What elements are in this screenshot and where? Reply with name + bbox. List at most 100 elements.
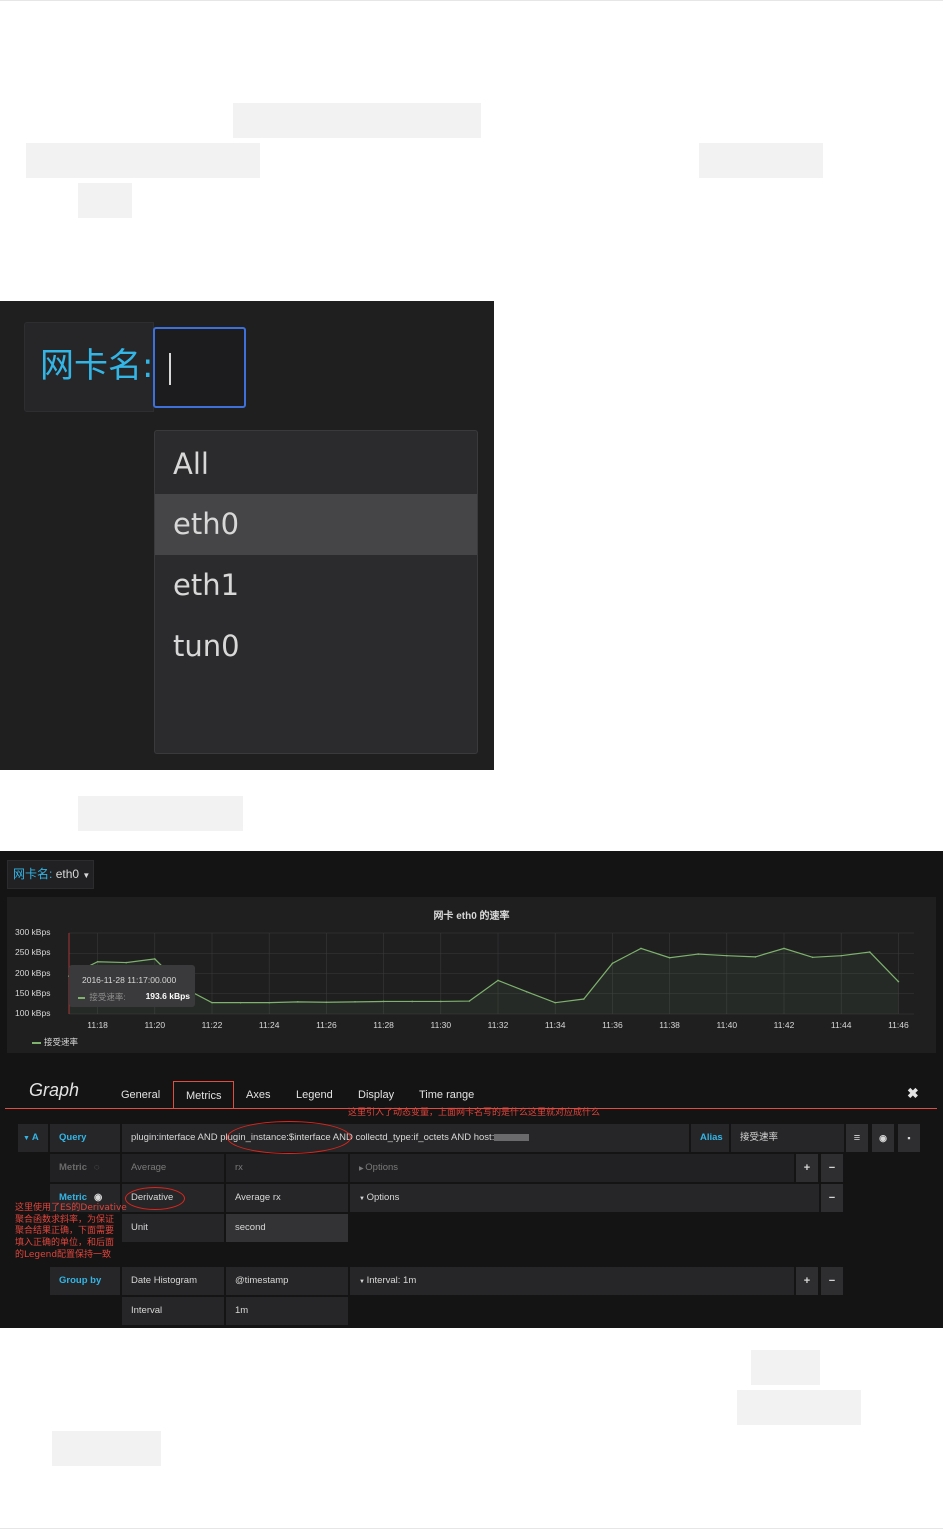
option-eth1[interactable]: eth1 [155,555,477,616]
option-eth0[interactable]: eth0 [155,494,477,555]
editor-title: Graph [29,1080,80,1100]
eye-slash-icon[interactable]: ◌ [94,1162,100,1173]
interval-label: Interval [122,1297,224,1325]
redacted-text [78,796,243,831]
annotation-metric-line: 聚合函数求斜率，为保证 [15,1214,115,1225]
caret-down-icon: ▼ [359,1279,367,1285]
option-tun0[interactable]: tun0 [155,616,477,677]
data-point [354,1001,356,1003]
tab-general[interactable]: General [121,1081,160,1109]
data-point [468,1000,471,1002]
caret-down-icon: ▼ [23,1135,32,1142]
data-point [211,1001,213,1004]
group-by-type[interactable]: Date Histogram [122,1267,224,1295]
redacted-text [78,183,132,218]
tab-metrics[interactable]: Metrics [173,1081,235,1109]
metric-2-options-text: Options [366,1192,400,1203]
annotation-query: 这里引入了动态变量，上面网卡名写的是什么这里就对应成什么 [348,1108,601,1118]
data-point [382,1000,385,1003]
variable-input[interactable] [153,327,246,408]
menu-icon[interactable]: ≡ [846,1124,868,1152]
tooltip-time: 2016-11-28 11:17:00.000 [82,975,177,985]
data-point [325,1001,328,1004]
query-ref-id: A [31,1132,39,1143]
annotation-metric: 这里使用了ES的Derivative 聚合函数求斜率，为保证 聚合结果正确，下面… [15,1203,127,1262]
data-point [554,1001,556,1004]
interval-input[interactable]: 1m [226,1297,348,1325]
data-point [154,958,156,960]
query-text-prefix: plugin:interface AND [131,1132,221,1143]
data-point [754,956,757,958]
unit-input[interactable]: second [226,1214,348,1242]
redacted-host [494,1133,530,1141]
annotation-metric-line: 这里使用了ES的Derivative [15,1203,127,1213]
annotation-metric-line: 的Legend配置保持一致 [15,1249,112,1260]
data-point [726,954,728,957]
annotation-metric-line: 聚合结果正确，下面需要 [15,1226,115,1237]
highlight-ellipse-query [227,1121,351,1154]
trash-icon[interactable]: ▪ [898,1124,920,1152]
metric-2-label-text: Metric [59,1192,87,1203]
metric-2-options[interactable]: ▼ Options [350,1184,819,1212]
remove-group-by-button[interactable]: − [821,1267,843,1295]
data-point [497,979,499,982]
tooltip-series: 接受速率: [89,992,126,1002]
metric-1-options[interactable]: ▶ Options [350,1154,794,1182]
data-point [525,990,528,993]
metric-1-label: Metric ◌ [50,1154,120,1182]
data-point [125,961,127,964]
data-point [783,947,785,950]
legend-label: 接受速率 [44,1037,79,1047]
group-by-field[interactable]: @timestamp [226,1267,348,1295]
group-by-options[interactable]: ▼ Interval: 1m [350,1267,794,1295]
tab-time-range[interactable]: Time range [419,1081,474,1109]
data-point [840,954,842,957]
data-point [611,962,614,965]
unit-label: Unit [122,1214,224,1242]
annotation-metric-line: 填入正确的单位，和后面 [15,1238,115,1249]
metric-1-options-text: Options [365,1162,399,1173]
tooltip-row: 接受速率: 193.6 kBps [78,991,190,1003]
chart-legend[interactable]: 接受速率 [32,1036,78,1048]
add-group-by-button[interactable]: + [796,1267,818,1295]
add-metric-button[interactable]: + [796,1154,818,1182]
group-by-label: Group by [50,1267,120,1295]
data-point [668,956,671,959]
query-label: Query [50,1124,120,1152]
redacted-text [751,1350,820,1385]
tab-legend[interactable]: Legend [296,1081,333,1109]
metric-1-type[interactable]: Average [122,1154,224,1182]
option-all[interactable]: All [155,434,477,495]
page-bottom-rule [0,1528,943,1529]
data-point [297,1001,299,1003]
redacted-text [26,143,260,178]
alias-input[interactable]: 接受速率 [731,1124,844,1152]
eye-icon[interactable]: ◉ [94,1192,102,1203]
metric-1-field[interactable]: rx [226,1154,348,1182]
group-by-options-text: Interval: 1m [366,1275,417,1286]
page-top-rule [0,0,943,1]
tooltip-value: 193.6 kBps [145,991,190,1001]
remove-metric-button[interactable]: − [821,1184,843,1212]
eye-icon[interactable]: ◉ [872,1124,894,1152]
redacted-text [699,143,823,178]
data-point [897,980,900,983]
legend-swatch [32,1041,41,1044]
redacted-text [52,1431,161,1466]
redacted-text [233,103,481,138]
query-collapse-toggle[interactable]: ▼ A [18,1124,48,1152]
tab-axes[interactable]: Axes [246,1081,270,1109]
series-color-swatch [78,996,85,999]
data-point [440,1000,442,1003]
variable-label: 网卡名: [40,346,154,386]
line-chart[interactable] [0,851,943,1071]
metric-2-field[interactable]: Average rx [226,1184,348,1212]
close-icon[interactable]: ✖ [907,1085,919,1102]
data-point [869,951,871,953]
query-input[interactable]: plugin:interface AND plugin_instance:$in… [122,1124,689,1152]
alias-label: Alias [691,1124,729,1152]
tab-display[interactable]: Display [358,1081,394,1109]
remove-metric-button[interactable]: − [821,1154,843,1182]
query-text-suffix: AND collectd_type:if_octets AND host: [330,1132,495,1143]
data-point [697,953,699,955]
